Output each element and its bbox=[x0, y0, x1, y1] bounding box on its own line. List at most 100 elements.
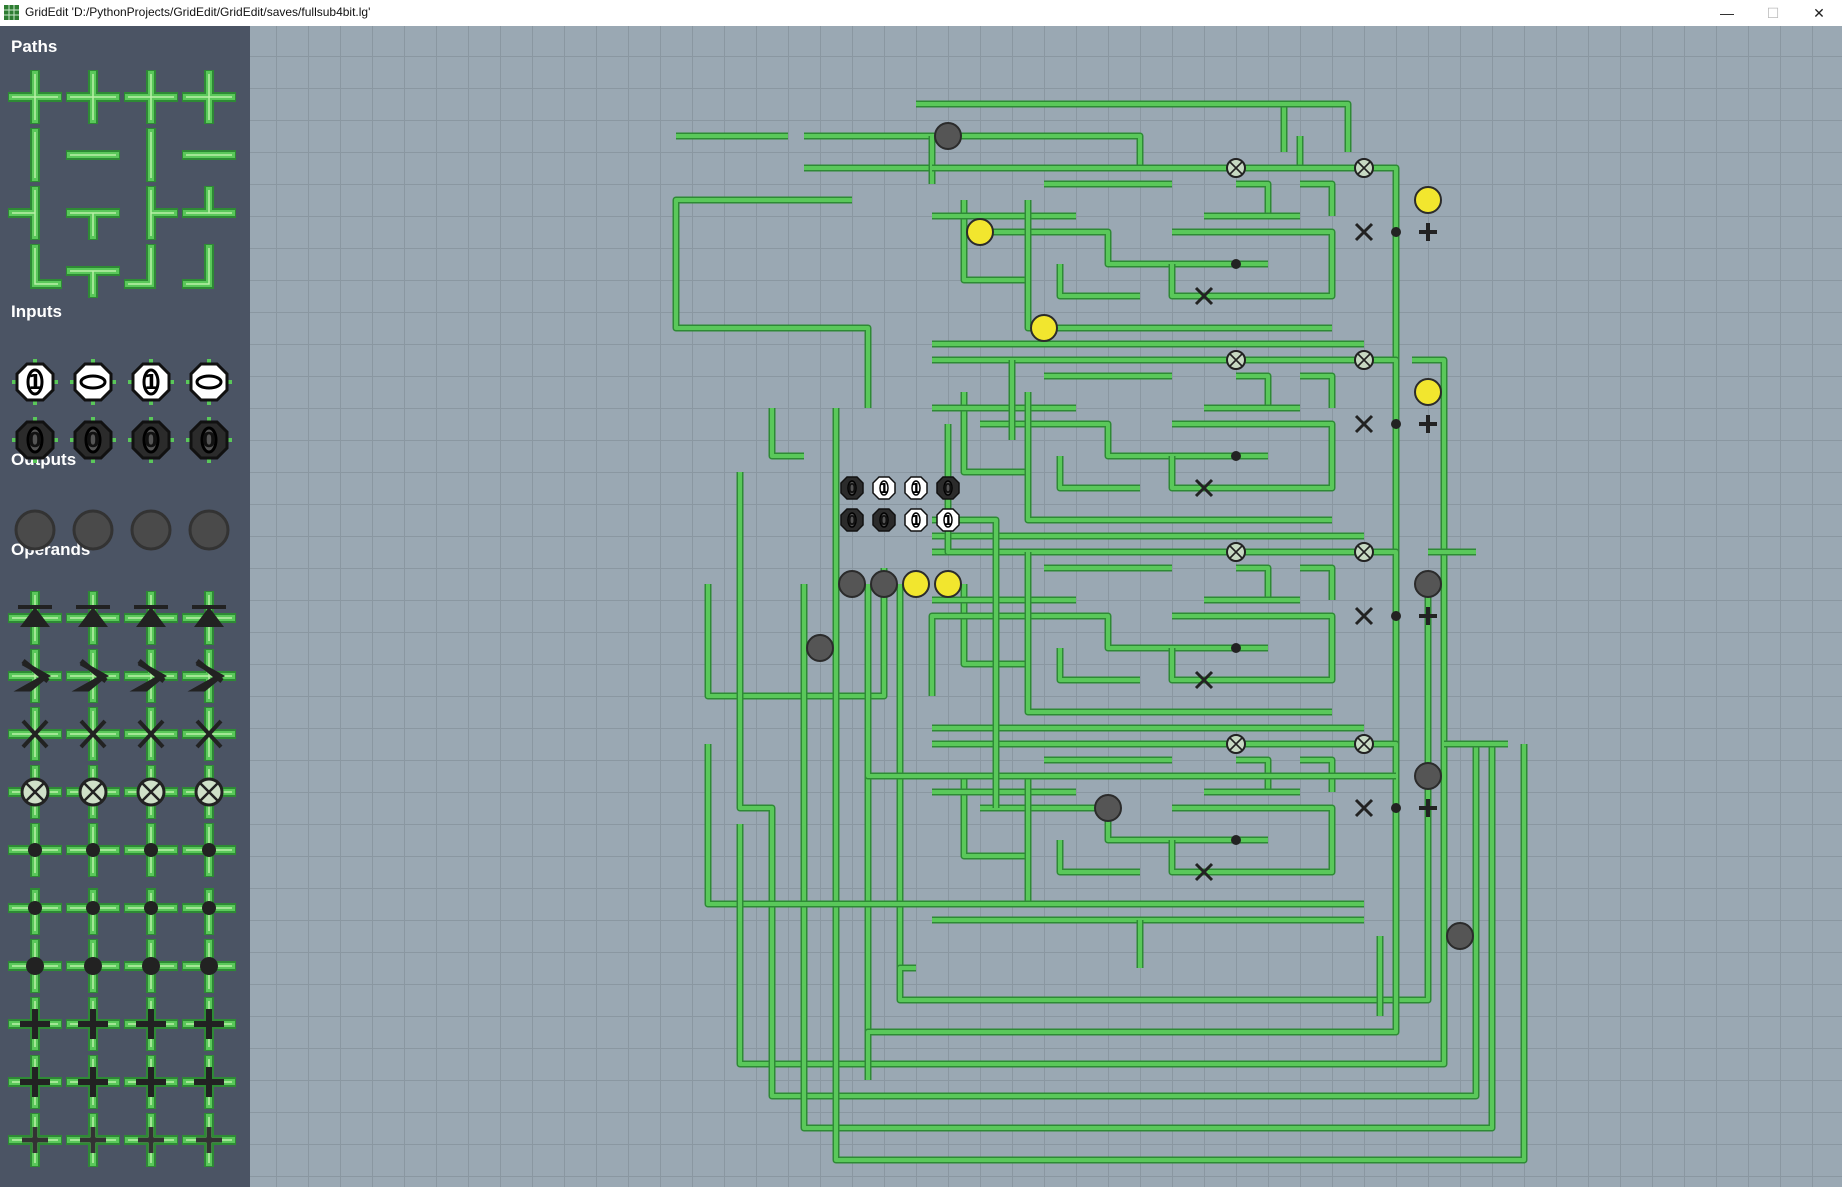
operand-diode-side-tile-0[interactable] bbox=[8, 649, 62, 703]
input-tile-on-3[interactable] bbox=[182, 355, 236, 409]
wire-core bbox=[980, 806, 1268, 842]
operand-junction-tile-0[interactable] bbox=[8, 823, 62, 877]
operand-junction-t-tile-1[interactable] bbox=[66, 881, 120, 935]
operand-not-gate-tile-2[interactable] bbox=[124, 707, 178, 761]
output-tile-3[interactable] bbox=[182, 503, 236, 557]
operand-not-gate-tile-3[interactable] bbox=[182, 707, 236, 761]
wire bbox=[932, 136, 1304, 172]
path-tile-1-1[interactable] bbox=[66, 128, 120, 182]
wire bbox=[1236, 564, 1272, 600]
path-tile-3-2[interactable] bbox=[124, 244, 178, 298]
path-tile-0-0[interactable] bbox=[8, 70, 62, 124]
wire-core bbox=[866, 696, 1396, 778]
wire-core bbox=[1058, 840, 1140, 874]
operand-cross-node-b-tile-2[interactable] bbox=[124, 1055, 178, 1109]
input-tile-off-1[interactable]: 0 bbox=[66, 413, 120, 467]
minimize-button[interactable]: — bbox=[1704, 0, 1750, 26]
output-on-1 bbox=[966, 218, 994, 246]
wire bbox=[980, 228, 1268, 268]
operand-junction-tile-1[interactable] bbox=[66, 823, 120, 877]
operand-diode-side-tile-2[interactable] bbox=[124, 649, 178, 703]
cross-node-icon bbox=[1419, 607, 1437, 625]
path-tile-0-3[interactable] bbox=[182, 70, 236, 124]
input-tile-off-3[interactable]: 0 bbox=[182, 413, 236, 467]
operand-xor-gate-tile-0[interactable] bbox=[8, 765, 62, 819]
maximize-button[interactable]: ☐ bbox=[1750, 0, 1796, 26]
svg-text:0: 0 bbox=[202, 428, 216, 452]
not-gate-icon bbox=[1354, 414, 1374, 434]
input-tile-on-2[interactable]: 1 bbox=[124, 355, 178, 409]
input-switch-label: 0 bbox=[847, 514, 856, 529]
operand-xor-gate-tile-2[interactable] bbox=[124, 765, 178, 819]
operand-cross-node-b-tile-0[interactable] bbox=[8, 1055, 62, 1109]
input-tile-off-2[interactable]: 0 bbox=[124, 413, 178, 467]
wire bbox=[1236, 180, 1272, 216]
grid-canvas[interactable]: 0 1 1 0 0 0 1 1 bbox=[250, 26, 1842, 1187]
output-tile-2[interactable] bbox=[124, 503, 178, 557]
operand-diode-side-tile-3[interactable] bbox=[182, 649, 236, 703]
circuit-diagram: 0 1 1 0 0 0 1 1 bbox=[672, 100, 1528, 1164]
wire-core bbox=[1236, 566, 1270, 600]
path-tile-2-3[interactable] bbox=[182, 186, 236, 240]
path-tile-0-1[interactable] bbox=[66, 70, 120, 124]
operand-cross-node-tile-2[interactable] bbox=[124, 997, 178, 1051]
input-tile-on-1[interactable] bbox=[66, 355, 120, 409]
operand-diode-tile-0[interactable] bbox=[8, 591, 62, 645]
operand-xor-gate-tile-3[interactable] bbox=[182, 765, 236, 819]
operand-junction-tile-3[interactable] bbox=[182, 823, 236, 877]
output-tile-0[interactable] bbox=[8, 503, 62, 557]
path-tile-2-1[interactable] bbox=[66, 186, 120, 240]
operand-cross-node-c-tile-2[interactable] bbox=[124, 1113, 178, 1167]
operand-cross-node-b-tile-3[interactable] bbox=[182, 1055, 236, 1109]
wire-core bbox=[802, 742, 1494, 1130]
path-tile-2-2[interactable] bbox=[124, 186, 178, 240]
path-tile-1-0[interactable] bbox=[8, 128, 62, 182]
operand-not-gate-tile-0[interactable] bbox=[8, 707, 62, 761]
operand-junction-t-tile-3[interactable] bbox=[182, 881, 236, 935]
wire bbox=[864, 936, 1400, 1080]
operand-junction-t-tile-0[interactable] bbox=[8, 881, 62, 935]
operand-diode-tile-2[interactable] bbox=[124, 591, 178, 645]
svg-text:0: 0 bbox=[28, 428, 42, 452]
output-off-12 bbox=[1414, 762, 1442, 790]
operand-diode-tile-3[interactable] bbox=[182, 591, 236, 645]
svg-text:1: 1 bbox=[144, 370, 158, 394]
path-tile-2-0[interactable] bbox=[8, 186, 62, 240]
operand-node-tile-2[interactable] bbox=[124, 939, 178, 993]
operand-diode-side-tile-1[interactable] bbox=[66, 649, 120, 703]
path-tile-0-2[interactable] bbox=[124, 70, 178, 124]
path-tile-3-0[interactable] bbox=[8, 244, 62, 298]
input-tile-off-0[interactable]: 0 bbox=[8, 413, 62, 467]
operand-cross-node-tile-1[interactable] bbox=[66, 997, 120, 1051]
input-tile-on-0[interactable]: 1 bbox=[8, 355, 62, 409]
operand-node-tile-0[interactable] bbox=[8, 939, 62, 993]
operand-xor-gate-tile-1[interactable] bbox=[66, 765, 120, 819]
operand-junction-t-tile-2[interactable] bbox=[124, 881, 178, 935]
operand-cross-node-c-tile-1[interactable] bbox=[66, 1113, 120, 1167]
path-tile-1-2[interactable] bbox=[124, 128, 178, 182]
operand-node-tile-1[interactable] bbox=[66, 939, 120, 993]
operand-node-tile-3[interactable] bbox=[182, 939, 236, 993]
operand-cross-node-tile-0[interactable] bbox=[8, 997, 62, 1051]
operand-not-gate-tile-1[interactable] bbox=[66, 707, 120, 761]
path-tile-1-3[interactable] bbox=[182, 128, 236, 182]
wire-core bbox=[1058, 648, 1140, 682]
wire-core bbox=[1236, 374, 1270, 408]
operand-cross-node-c-tile-0[interactable] bbox=[8, 1113, 62, 1167]
path-tile-3-1[interactable] bbox=[66, 244, 120, 298]
cross-node-icon bbox=[1419, 799, 1437, 817]
operand-cross-node-b-tile-1[interactable] bbox=[66, 1055, 120, 1109]
operand-junction-tile-2[interactable] bbox=[124, 823, 178, 877]
output-tile-1[interactable] bbox=[66, 503, 120, 557]
operand-cross-node-c-tile-3[interactable] bbox=[182, 1113, 236, 1167]
operand-cross-node-tile-3[interactable] bbox=[182, 997, 236, 1051]
wire bbox=[768, 408, 804, 460]
path-tile-3-3[interactable] bbox=[182, 244, 236, 298]
output-on-8 bbox=[902, 570, 930, 598]
close-button[interactable]: ✕ bbox=[1796, 0, 1842, 26]
operand-diode-tile-1[interactable] bbox=[66, 591, 120, 645]
cross-node-icon bbox=[1419, 223, 1437, 241]
input-switch-label: 1 bbox=[911, 482, 920, 497]
wire bbox=[1300, 180, 1336, 216]
wire-core bbox=[962, 392, 1028, 474]
